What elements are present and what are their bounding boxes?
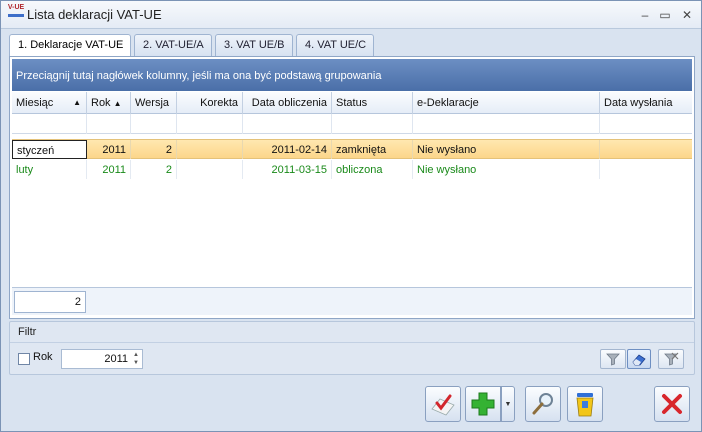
col-header-miesiac[interactable]: Miesiąc ▲ (12, 92, 87, 114)
filter-panel: Filtr Rok 2011 ▲ ▼ (9, 321, 695, 375)
rok-input[interactable]: 2011 ▲ ▼ (61, 349, 143, 369)
app-icon: V-UE (5, 4, 27, 24)
document-check-icon (431, 394, 455, 416)
plus-icon (471, 392, 495, 416)
cell-rok[interactable]: 2011 (87, 160, 131, 179)
col-header-e-deklaracje[interactable]: e-Deklaracje (413, 92, 600, 114)
delete-button[interactable] (567, 386, 603, 422)
col-header-data-wyslania[interactable]: Data wysłania (600, 92, 692, 114)
maximize-button[interactable]: ▭ (657, 7, 673, 23)
col-header-data-obliczenia[interactable]: Data obliczenia (243, 92, 332, 114)
approve-button[interactable] (425, 386, 461, 422)
preview-button[interactable] (525, 386, 561, 422)
cell-miesiac[interactable]: styczeń (12, 140, 87, 159)
add-dropdown-button[interactable]: ▼ (501, 386, 515, 422)
rok-checkbox[interactable] (18, 353, 30, 365)
sort-arrow-icon: ▲ (113, 99, 122, 108)
add-button[interactable] (465, 386, 501, 422)
filter-funnel-button[interactable] (600, 349, 626, 369)
grid-filter-row[interactable] (12, 114, 692, 134)
tab-vat-ue-a[interactable]: 2. VAT-UE/A (134, 34, 212, 56)
funnel-off-icon (664, 352, 679, 366)
window-title: Lista deklaracji VAT-UE (27, 7, 162, 22)
filter-remove-button[interactable] (658, 349, 684, 369)
record-count: 2 (14, 291, 86, 313)
cell-e-deklaracje[interactable]: Nie wysłano (413, 160, 600, 179)
cell-wersja[interactable]: 2 (131, 140, 177, 159)
cell-data-obliczenia[interactable]: 2011-03-15 (243, 160, 332, 179)
tab-vat-ue-c[interactable]: 4. VAT UE/C (296, 34, 374, 56)
minimize-button[interactable]: – (637, 7, 653, 23)
filter-clear-button[interactable] (627, 349, 651, 369)
window: V-UE Lista deklaracji VAT-UE – ▭ ✕ 1. De… (0, 0, 702, 432)
trash-bin-icon (576, 393, 594, 417)
group-by-area[interactable]: Przeciągnij tutaj nagłówek kolumny, jeśl… (12, 59, 692, 91)
cell-data-wyslania[interactable] (600, 140, 692, 159)
spin-down-icon[interactable]: ▼ (131, 359, 141, 367)
cell-korekta[interactable] (177, 160, 243, 179)
tab-page: Przeciągnij tutaj nagłówek kolumny, jeśl… (9, 56, 695, 319)
rok-label: Rok (33, 351, 53, 363)
title-bar[interactable]: V-UE Lista deklaracji VAT-UE – ▭ ✕ (1, 1, 701, 29)
cell-e-deklaracje[interactable]: Nie wysłano (413, 140, 600, 159)
cell-rok[interactable]: 2011 (87, 140, 131, 159)
sort-arrow-icon: ▲ (73, 98, 81, 107)
grid-header: Miesiąc ▲ Rok ▲ Wersja Korekta Data oblic… (12, 92, 692, 114)
cell-data-obliczenia[interactable]: 2011-02-14 (243, 140, 332, 159)
filter-title: Filtr (18, 326, 37, 338)
close-icon (662, 394, 682, 414)
table-row[interactable]: styczeń 2011 2 2011-02-14 zamknięta Nie … (12, 139, 692, 159)
funnel-icon (606, 353, 620, 366)
col-header-wersja[interactable]: Wersja (131, 92, 177, 114)
tab-vat-ue-b[interactable]: 3. VAT UE/B (215, 34, 293, 56)
col-header-status[interactable]: Status (332, 92, 413, 114)
col-header-rok[interactable]: Rok ▲ (87, 92, 131, 114)
rok-spinner[interactable]: ▲ ▼ (131, 351, 141, 367)
grid-footer: 2 (12, 287, 692, 315)
close-button[interactable] (654, 386, 690, 422)
col-header-korekta[interactable]: Korekta (177, 92, 243, 114)
magnifier-icon (532, 393, 553, 415)
cell-data-wyslania[interactable] (600, 160, 692, 179)
cell-korekta[interactable] (177, 140, 243, 159)
cell-miesiac[interactable]: luty (12, 160, 87, 179)
table-row[interactable]: luty 2011 2 2011-03-15 obliczona Nie wys… (12, 160, 692, 180)
cell-wersja[interactable]: 2 (131, 160, 177, 179)
tab-deklaracje-vat-ue[interactable]: 1. Deklaracje VAT-UE (9, 34, 131, 57)
close-window-button[interactable]: ✕ (679, 7, 695, 23)
cell-status[interactable]: obliczona (332, 160, 413, 179)
spin-up-icon[interactable]: ▲ (131, 351, 141, 359)
eraser-icon (632, 354, 646, 366)
chevron-down-icon: ▼ (504, 401, 512, 408)
cell-status[interactable]: zamknięta (332, 140, 413, 159)
